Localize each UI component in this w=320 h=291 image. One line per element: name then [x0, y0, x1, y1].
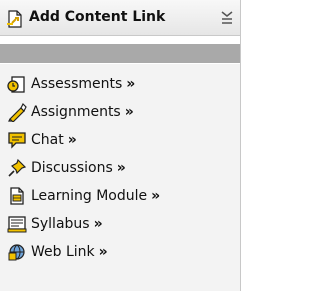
arrow-indicator: »: [67, 132, 77, 148]
menu-item-syllabus[interactable]: Syllabus»: [0, 210, 240, 238]
menu-item-label: Assignments: [31, 104, 121, 120]
menu-item-assignments[interactable]: Assignments»: [0, 98, 240, 126]
menu-item-label: Syllabus: [31, 216, 90, 232]
menu-item-label: Learning Module: [31, 188, 148, 204]
menu-item-label: Chat: [31, 132, 64, 148]
assignment-icon: [8, 102, 27, 122]
learning-module-icon: [10, 187, 24, 205]
panel-container: Add Content Link Assessments» Assignment…: [0, 0, 241, 291]
panel-title: Add Content Link: [29, 9, 166, 25]
menu-item-label: Discussions: [31, 160, 113, 176]
link-page-icon: [7, 10, 22, 28]
arrow-indicator: »: [126, 76, 136, 92]
menu-item-label: Web Link: [31, 244, 95, 260]
arrow-indicator: »: [116, 160, 126, 176]
arrow-indicator: »: [124, 104, 134, 120]
assessment-icon: [7, 76, 25, 93]
discussion-pin-icon: [8, 158, 27, 177]
menu-toggle-icon[interactable]: [220, 8, 234, 28]
menu-item-assessments[interactable]: Assessments»: [0, 70, 240, 98]
syllabus-icon: [7, 216, 27, 233]
chat-icon: [8, 132, 26, 149]
menu-item-web-link[interactable]: Web Link»: [0, 238, 240, 266]
menu-item-learning-module[interactable]: Learning Module»: [0, 182, 240, 210]
arrow-indicator: »: [98, 244, 108, 260]
menu-item-discussions[interactable]: Discussions»: [0, 154, 240, 182]
arrow-indicator: »: [151, 188, 161, 204]
arrow-indicator: »: [93, 216, 103, 232]
panel-header: Add Content Link: [0, 0, 240, 36]
menu-item-label: Assessments: [31, 76, 123, 92]
header-separator-bar: [0, 44, 240, 63]
menu-item-chat[interactable]: Chat»: [0, 126, 240, 154]
content-link-list: Assessments» Assignments» Chat» Discussi…: [0, 64, 240, 291]
add-content-link-panel: Add Content Link Assessments» Assignment…: [0, 0, 246, 291]
web-link-icon: [8, 244, 25, 261]
